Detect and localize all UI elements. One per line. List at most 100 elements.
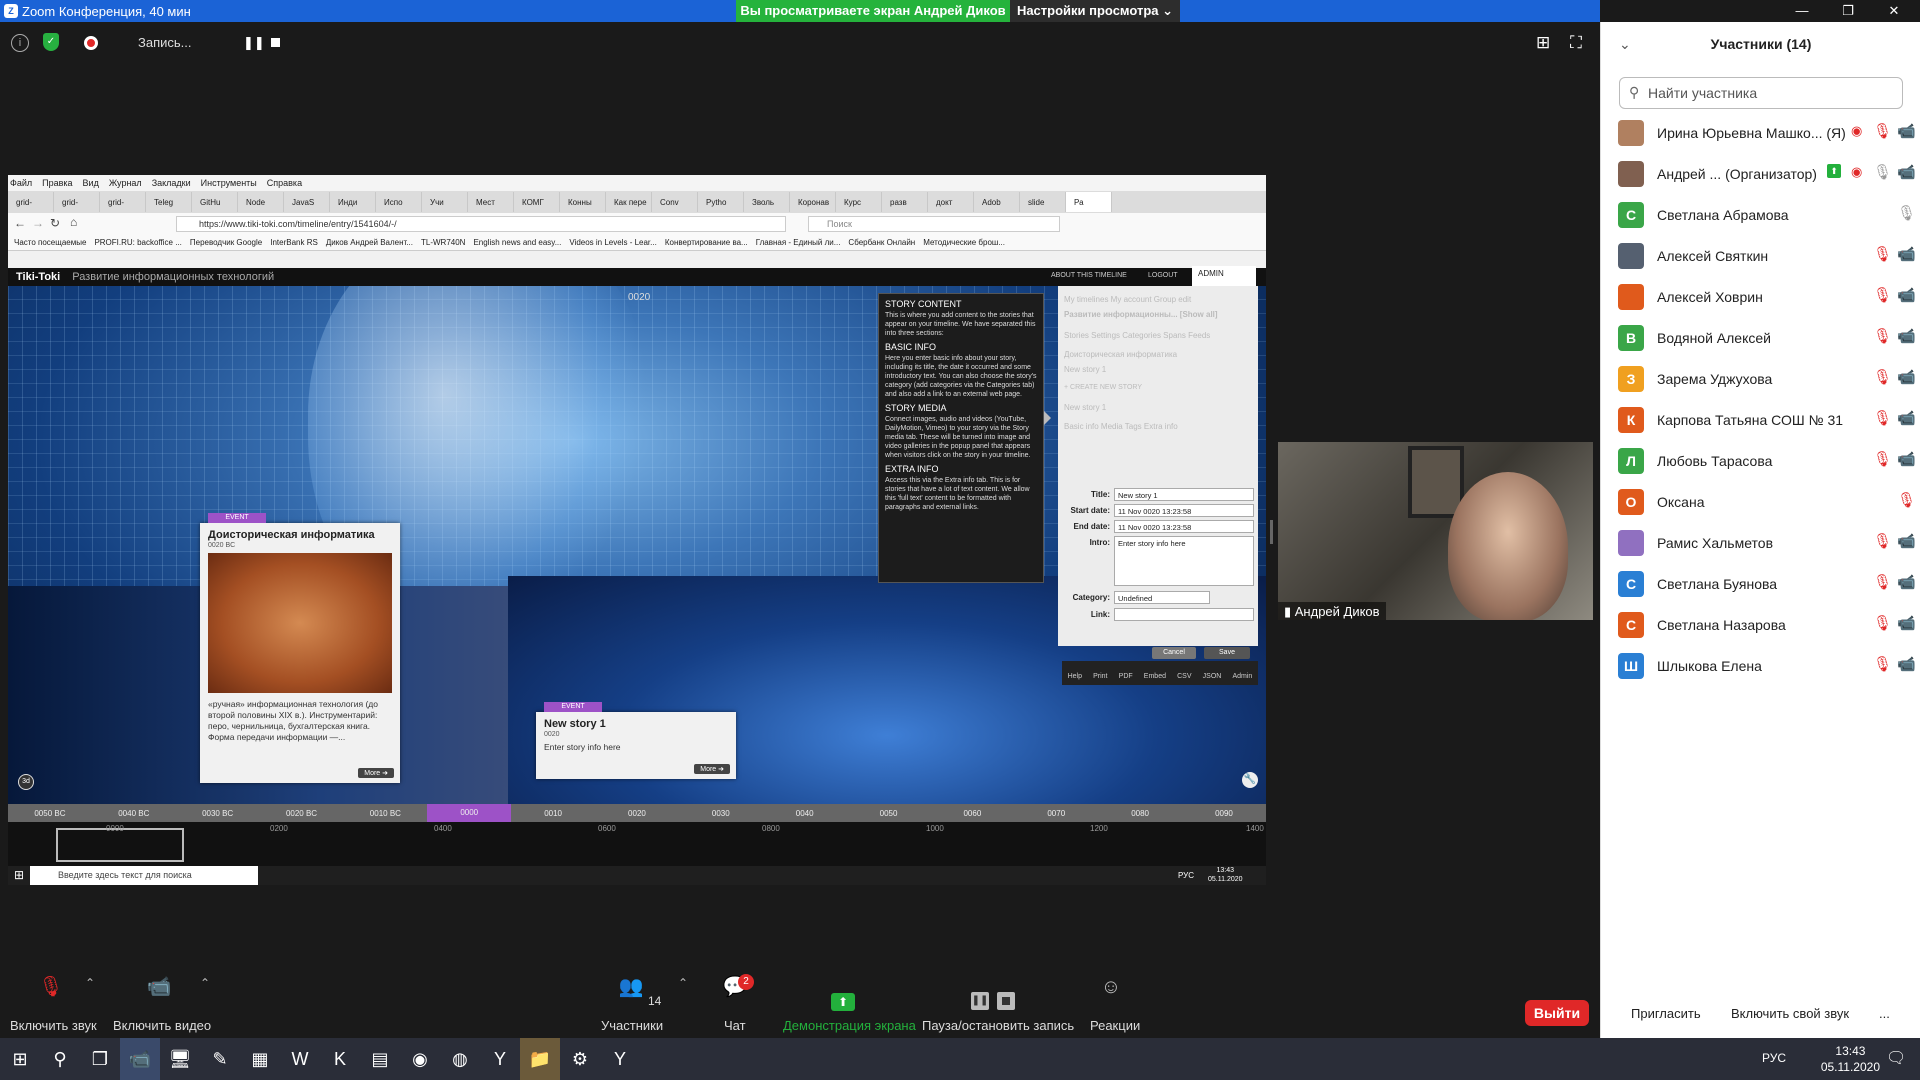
info-icon[interactable]: i: [11, 34, 29, 52]
admin-tab[interactable]: ADMIN: [1192, 266, 1256, 286]
share-screen-icon[interactable]: ⬆: [831, 993, 855, 1011]
start-video-button[interactable]: Включить видео: [113, 1018, 211, 1033]
reactions-icon[interactable]: ☺: [1098, 976, 1124, 998]
bookmark-item[interactable]: Диков Андрей Валент...: [326, 238, 413, 247]
fullscreen-icon[interactable]: ⛶: [1570, 33, 1582, 53]
more-options-button[interactable]: ...: [1879, 1006, 1890, 1021]
security-shield-icon[interactable]: ✓: [43, 33, 59, 51]
bookmark-item[interactable]: InterBank RS: [270, 238, 318, 247]
bookmark-item[interactable]: PROFI.RU: backoffice ...: [94, 238, 181, 247]
video-off-icon[interactable]: 📹: [1897, 245, 1916, 263]
muted-mic-icon[interactable]: 🎙: [1873, 573, 1892, 591]
csv-button[interactable]: CSV: [1177, 661, 1191, 685]
video-off-icon[interactable]: 📹: [1897, 286, 1916, 304]
browser-tab[interactable]: grid-: [54, 192, 100, 212]
pause-record-icon[interactable]: ❚❚: [971, 992, 989, 1010]
video-off-icon[interactable]: 📹: [1897, 614, 1916, 632]
browser-tab[interactable]: Учи: [422, 192, 468, 212]
browser-tab[interactable]: Мест: [468, 192, 514, 212]
menu-view[interactable]: Вид: [83, 178, 99, 188]
muted-mic-icon[interactable]: 🎙: [1897, 491, 1916, 509]
muted-mic-icon[interactable]: 🎙: [1873, 368, 1892, 386]
more-button[interactable]: More ➜: [694, 764, 730, 774]
timeline-minimap[interactable]: 0000 0200 0400 0600 0800 1000 1200 1400: [8, 822, 1266, 866]
bookmark-item[interactable]: Часто посещаемые: [14, 238, 86, 247]
video-off-icon[interactable]: 📹: [1897, 532, 1916, 550]
yandex-browser-icon[interactable]: Y: [600, 1038, 640, 1080]
browser-tab[interactable]: Испо: [376, 192, 422, 212]
yandex-icon[interactable]: Y: [480, 1038, 520, 1080]
menu-file[interactable]: Файл: [10, 178, 32, 188]
participant-row[interactable]: Алексей Святкин 🎙 📹: [1601, 237, 1920, 277]
timeline-year[interactable]: 0050: [847, 809, 931, 818]
browser-tab[interactable]: Конны: [560, 192, 606, 212]
timeline-year[interactable]: 0020: [595, 809, 679, 818]
gallery-view-icon[interactable]: ⊞: [1536, 33, 1550, 53]
timeline-year[interactable]: 0030: [679, 809, 763, 818]
admin-top-tabs[interactable]: My timelines My account Group edit: [1058, 292, 1258, 307]
create-story-button[interactable]: + CREATE NEW STORY: [1058, 381, 1258, 394]
story-list-item[interactable]: Доисторическая информатика: [1058, 347, 1258, 362]
browser-tab[interactable]: Teleg: [146, 192, 192, 212]
timeline-year[interactable]: 0010: [511, 809, 595, 818]
browser-tab[interactable]: slide: [1020, 192, 1066, 212]
participant-row[interactable]: Андрей ... (Организатор) ⬆ ◉ 🎙 📹: [1601, 155, 1920, 195]
settings-gear-icon[interactable]: ⚙: [560, 1038, 600, 1080]
taskbar-search-input[interactable]: Введите здесь текст для поиска: [30, 866, 258, 885]
unmute-me-button[interactable]: Включить свой звук: [1731, 1006, 1849, 1021]
timeline-year[interactable]: 0070: [1014, 809, 1098, 818]
event-card[interactable]: EVENT New story 1 0020 Enter story info …: [536, 702, 736, 779]
forward-arrow-icon[interactable]: →: [32, 216, 44, 230]
wrench-icon[interactable]: 🔧: [1242, 772, 1258, 788]
windows-start-icon[interactable]: ⊞: [14, 868, 24, 882]
participant-row[interactable]: К Карпова Татьяна СОШ № 31 🎙 📹: [1601, 401, 1920, 441]
invite-button[interactable]: Пригласить: [1631, 1006, 1701, 1021]
pdf-button[interactable]: PDF: [1119, 661, 1133, 685]
timeline-year[interactable]: 0040 BC: [92, 809, 176, 818]
browser-tab[interactable]: Node: [238, 192, 284, 212]
calculator-icon[interactable]: ▦: [240, 1038, 280, 1080]
participants-icon[interactable]: 👥: [618, 976, 644, 998]
browser-tab[interactable]: grid-: [100, 192, 146, 212]
browser-tab[interactable]: Conv: [652, 192, 698, 212]
help-button[interactable]: Help: [1068, 661, 1082, 685]
reload-icon[interactable]: ↻: [50, 216, 60, 230]
pause-recording-icon[interactable]: ❚❚: [243, 35, 265, 51]
minimap-viewport[interactable]: [56, 828, 184, 862]
participant-row[interactable]: Ш Шлыкова Елена 🎙 📹: [1601, 647, 1920, 687]
zoom-app-icon[interactable]: 📹: [120, 1038, 160, 1080]
unmute-button[interactable]: Включить звук: [10, 1018, 97, 1033]
menu-history[interactable]: Журнал: [109, 178, 142, 188]
title-input[interactable]: New story 1: [1114, 488, 1254, 501]
participant-row[interactable]: С Светлана Назарова 🎙 📹: [1601, 606, 1920, 646]
browser-tab-active[interactable]: Ра: [1066, 192, 1112, 212]
admin-mid-tabs[interactable]: Stories Settings Categories Spans Feeds: [1058, 328, 1258, 343]
participant-row[interactable]: Л Любовь Тарасова 🎙 📹: [1601, 442, 1920, 482]
link-input[interactable]: [1114, 608, 1254, 621]
word-icon[interactable]: W: [280, 1038, 320, 1080]
start-date-input[interactable]: 11 Nov 0020 13:23:58: [1114, 504, 1254, 517]
browser-tab[interactable]: Инди: [330, 192, 376, 212]
notes-app-icon[interactable]: ▤: [360, 1038, 400, 1080]
paint-app-icon[interactable]: ✎: [200, 1038, 240, 1080]
bookmark-item[interactable]: TL-WR740N: [421, 238, 465, 247]
back-arrow-icon[interactable]: ←: [14, 216, 26, 230]
leave-meeting-button[interactable]: Выйти: [1525, 1000, 1589, 1026]
home-icon[interactable]: ⌂: [70, 215, 77, 229]
timeline-year-strip[interactable]: 0050 BC 0040 BC 0030 BC 0020 BC 0010 BC …: [8, 804, 1266, 822]
timeline-year[interactable]: 0030 BC: [176, 809, 260, 818]
chrome-icon[interactable]: ◍: [440, 1038, 480, 1080]
timeline-year[interactable]: 0020 BC: [260, 809, 344, 818]
print-button[interactable]: Print: [1093, 661, 1107, 685]
browser-tab[interactable]: Как пере: [606, 192, 652, 212]
bookmark-item[interactable]: Videos in Levels - Lear...: [569, 238, 656, 247]
muted-mic-icon[interactable]: 🎙: [1873, 614, 1892, 632]
video-off-icon[interactable]: 📹: [1897, 327, 1916, 345]
video-options-chevron-icon[interactable]: ⌃: [192, 972, 218, 994]
mic-icon[interactable]: 🎙: [1873, 163, 1892, 181]
category-select[interactable]: Undefined: [1114, 591, 1210, 604]
close-button[interactable]: ✕: [1872, 0, 1916, 22]
participants-chevron-icon[interactable]: ⌃: [670, 972, 696, 994]
browser-search-input[interactable]: Поиск: [808, 216, 1060, 232]
menu-edit[interactable]: Правка: [42, 178, 72, 188]
